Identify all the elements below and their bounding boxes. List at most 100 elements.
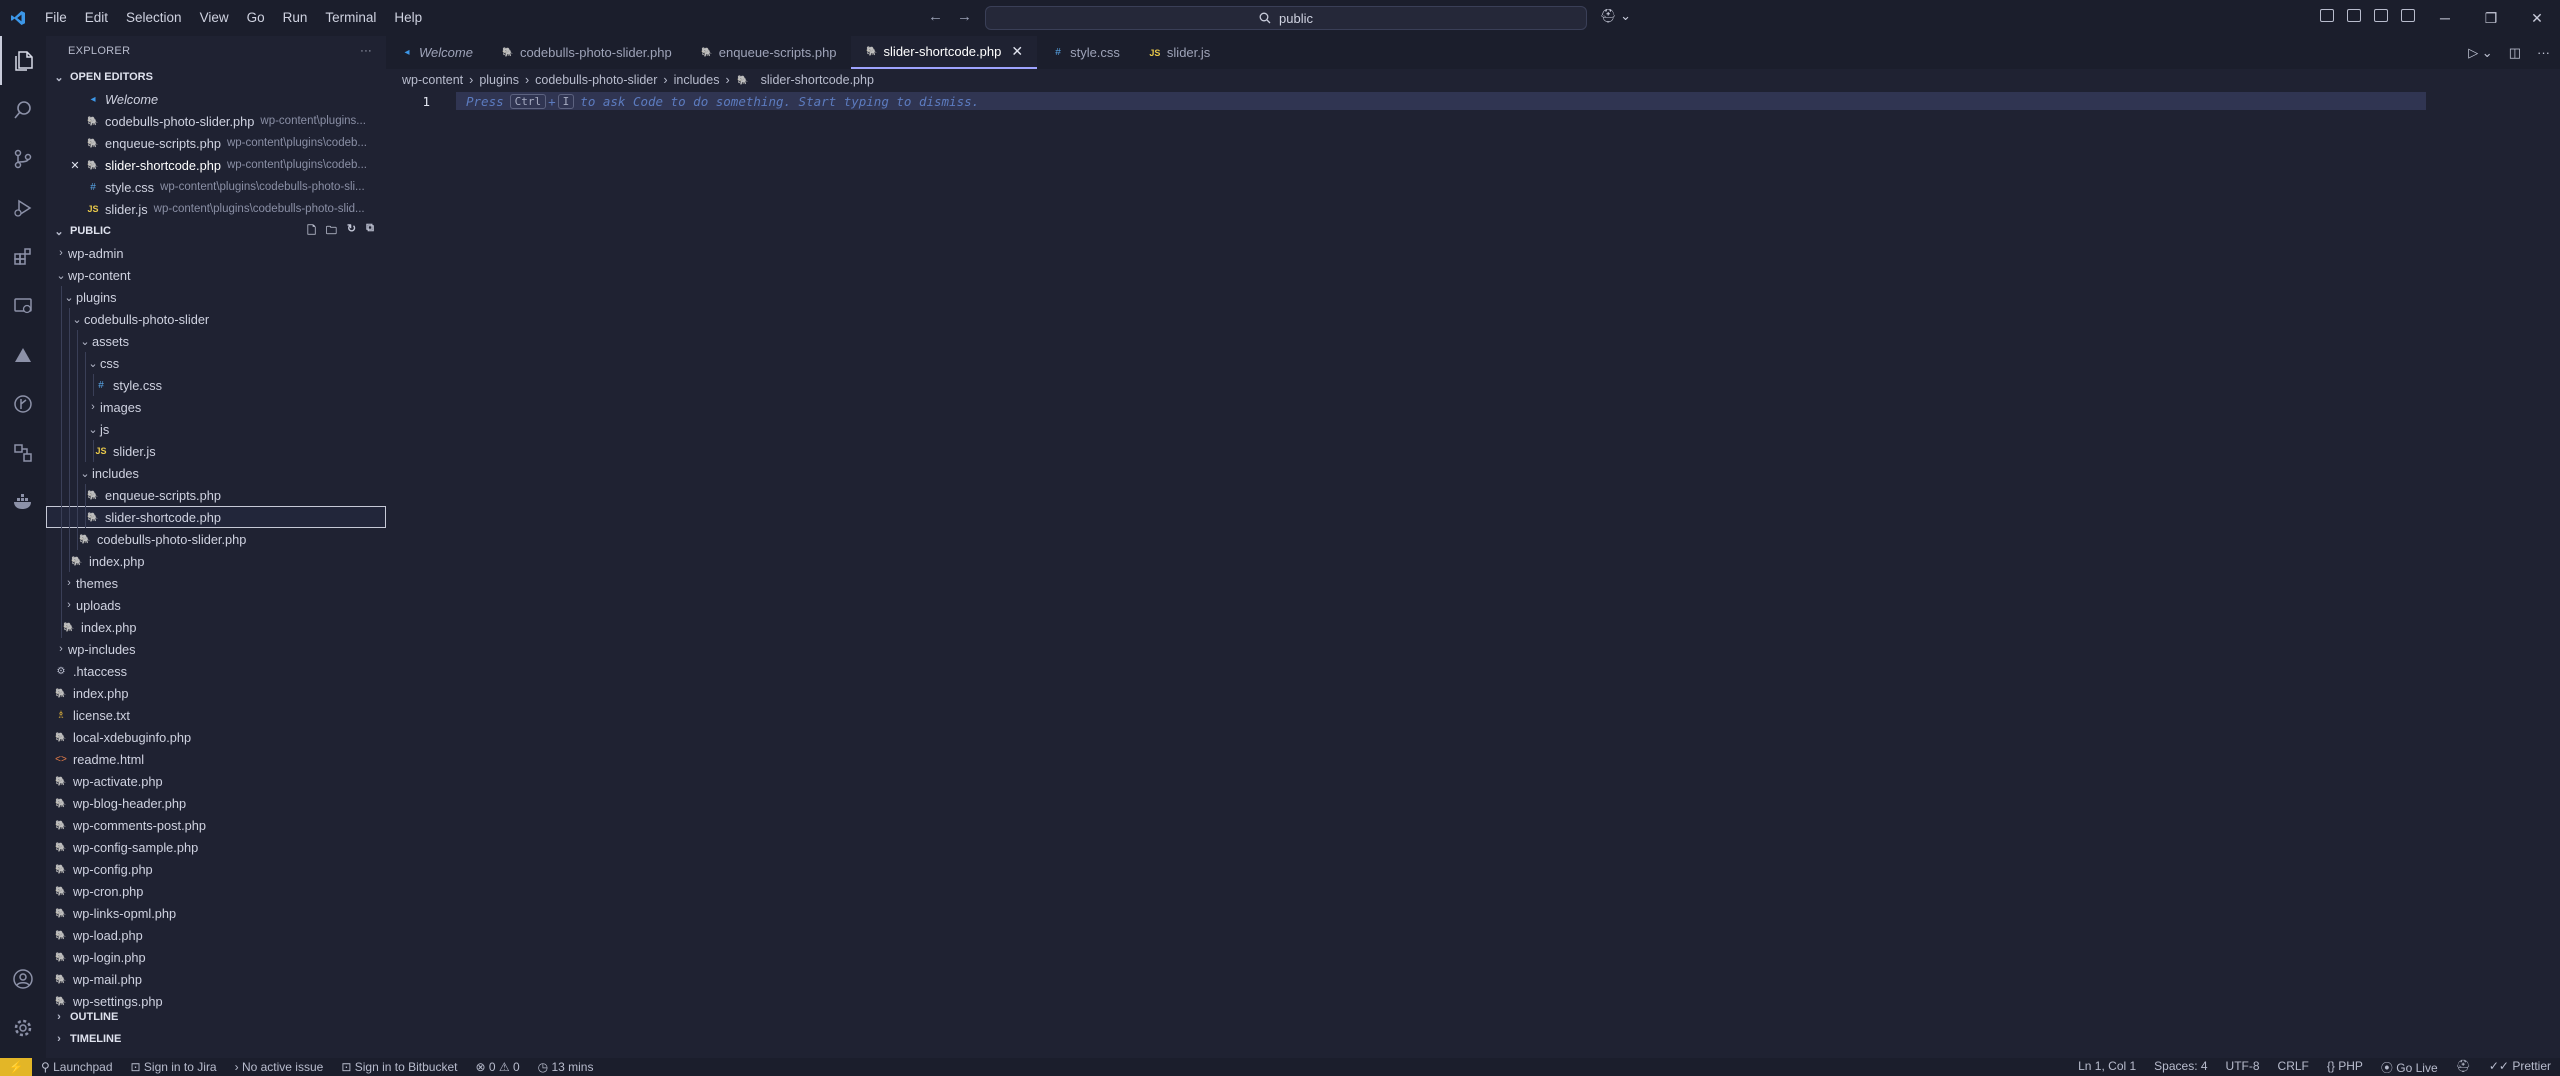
open-editors-section[interactable]: ⌄ OPEN EDITORS <box>46 66 386 88</box>
file-item[interactable]: JS slider.js <box>46 440 386 462</box>
copilot-status-icon[interactable]: ⛑ <box>2447 1059 2480 1076</box>
folder-item[interactable]: ⌄ includes <box>46 462 386 484</box>
file-item[interactable]: 🐘 index.php <box>46 616 386 638</box>
more-actions-icon[interactable]: ··· <box>2537 45 2550 61</box>
file-item[interactable]: 🐘 slider-shortcode.php <box>46 506 386 528</box>
folder-item[interactable]: › wp-admin <box>46 242 386 264</box>
docker-icon[interactable] <box>0 477 46 526</box>
file-item[interactable]: 🐘 index.php <box>46 682 386 704</box>
minimize-icon[interactable]: ─ <box>2422 0 2468 36</box>
menu-item-view[interactable]: View <box>191 0 238 36</box>
status-right-item[interactable]: Spaces: 4 <box>2145 1059 2216 1076</box>
copilot-icon[interactable]: ⛑ ⌄ <box>1600 8 1631 24</box>
remote-explorer-icon[interactable] <box>0 281 46 330</box>
outline-section[interactable]: › OUTLINE <box>46 1006 386 1028</box>
toggle-sidebar-icon[interactable] <box>2347 9 2361 22</box>
open-editor-item[interactable]: ◂ Welcome <box>46 88 386 110</box>
folder-item[interactable]: ⌄ js <box>46 418 386 440</box>
status-jira[interactable]: ⊡ Sign in to Jira <box>122 1060 226 1074</box>
new-folder-icon[interactable]: 🗀 <box>326 222 337 241</box>
status-issue[interactable]: › No active issue <box>226 1060 333 1074</box>
tab-slider-shortcode[interactable]: 🐘 slider-shortcode.php ✕ <box>850 36 1038 69</box>
remote-connections-icon[interactable] <box>0 428 46 477</box>
status-right-item[interactable]: Ln 1, Col 1 <box>2069 1059 2145 1076</box>
file-item[interactable]: 🐘 wp-blog-header.php <box>46 792 386 814</box>
file-item[interactable]: 🐘 enqueue-scripts.php <box>46 484 386 506</box>
file-item[interactable]: ♗ license.txt <box>46 704 386 726</box>
toggle-secondary-sidebar-icon[interactable] <box>2401 9 2415 22</box>
new-file-icon[interactable]: 🗋 <box>307 222 316 241</box>
breadcrumb-item[interactable]: codebulls-photo-slider <box>535 73 657 87</box>
run-icon[interactable]: ▷ ⌄ <box>2468 45 2493 61</box>
tab-style[interactable]: # style.css <box>1037 36 1134 69</box>
status-problems[interactable]: ⊗ 0 ⚠ 0 <box>466 1060 528 1074</box>
open-editor-item[interactable]: 🐘 enqueue-scripts.php wp-content\plugins\c… <box>46 132 386 154</box>
folder-item[interactable]: ⌄ assets <box>46 330 386 352</box>
menu-item-terminal[interactable]: Terminal <box>316 0 385 36</box>
menu-item-help[interactable]: Help <box>385 0 431 36</box>
command-center-search[interactable]: public <box>985 6 1587 30</box>
file-item[interactable]: # style.css <box>46 374 386 396</box>
file-item[interactable]: ⚙ .htaccess <box>46 660 386 682</box>
breadcrumb-item[interactable]: includes <box>674 73 720 87</box>
file-item[interactable]: 🐘 wp-config.php <box>46 858 386 880</box>
menu-item-file[interactable]: File <box>36 0 76 36</box>
file-item[interactable]: 🐘 wp-cron.php <box>46 880 386 902</box>
file-item[interactable]: 🐘 codebulls-photo-slider.php <box>46 528 386 550</box>
file-item[interactable]: 🐘 index.php <box>46 550 386 572</box>
source-control-icon[interactable] <box>0 134 46 183</box>
deploy-triangle-icon[interactable] <box>0 330 46 379</box>
file-item[interactable]: 🐘 wp-load.php <box>46 924 386 946</box>
file-item[interactable]: 🐘 wp-comments-post.php <box>46 814 386 836</box>
tab-codebulls-photo-slider[interactable]: 🐘 codebulls-photo-slider.php <box>487 36 686 69</box>
folder-item[interactable]: › uploads <box>46 594 386 616</box>
file-item[interactable]: 🐘 wp-mail.php <box>46 968 386 990</box>
more-actions-icon[interactable]: ··· <box>360 45 372 57</box>
toggle-panel-icon[interactable] <box>2374 9 2388 22</box>
extensions-icon[interactable] <box>0 232 46 281</box>
status-right-item[interactable]: ⦿ Go Live <box>2372 1059 2447 1076</box>
status-right-item[interactable]: ✓✓ Prettier <box>2480 1059 2560 1076</box>
menu-item-edit[interactable]: Edit <box>76 0 117 36</box>
breadcrumb-item[interactable]: plugins <box>479 73 519 87</box>
close-tab-icon[interactable]: ✕ <box>1011 43 1023 60</box>
collapse-all-icon[interactable]: ⧉ <box>366 222 374 241</box>
file-item[interactable]: <> readme.html <box>46 748 386 770</box>
restore-icon[interactable]: ❐ <box>2468 0 2514 36</box>
file-item[interactable]: 🐘 local-xdebuginfo.php <box>46 726 386 748</box>
status-clock[interactable]: ◷ 13 mins <box>529 1060 603 1074</box>
menu-item-selection[interactable]: Selection <box>117 0 191 36</box>
status-right-item[interactable]: CRLF <box>2269 1059 2318 1076</box>
close-window-icon[interactable]: ✕ <box>2514 0 2560 36</box>
folder-item[interactable]: ⌄ css <box>46 352 386 374</box>
explorer-icon[interactable] <box>0 36 46 85</box>
folder-item[interactable]: ⌄ codebulls-photo-slider <box>46 308 386 330</box>
gitlens-icon[interactable] <box>0 379 46 428</box>
close-editor-icon[interactable]: ✕ <box>68 159 82 172</box>
file-item[interactable]: 🐘 wp-login.php <box>46 946 386 968</box>
customize-layout-icon[interactable] <box>2320 9 2334 22</box>
refresh-icon[interactable]: ↻ <box>347 222 356 241</box>
tab-Welcome[interactable]: ◂ Welcome <box>386 36 487 69</box>
status-launchpad[interactable]: ⚲ Launchpad <box>32 1060 122 1074</box>
open-editor-item[interactable]: ✕ 🐘 slider-shortcode.php wp-content\plugins… <box>46 154 386 176</box>
breadcrumb-item[interactable]: slider-shortcode.php <box>761 73 874 87</box>
file-item[interactable]: 🐘 wp-config-sample.php <box>46 836 386 858</box>
breadcrumb-item[interactable]: wp-content <box>402 73 463 87</box>
folder-item[interactable]: › images <box>46 396 386 418</box>
split-editor-icon[interactable]: ◫ <box>2509 45 2521 61</box>
status-bitbucket[interactable]: ⊡ Sign in to Bitbucket <box>332 1060 466 1074</box>
folder-item[interactable]: ⌄ wp-content <box>46 264 386 286</box>
public-section[interactable]: ⌄ PUBLIC 🗋 🗀 ↻ ⧉ <box>46 220 386 242</box>
settings-gear-icon[interactable] <box>0 1003 46 1052</box>
menu-item-go[interactable]: Go <box>238 0 274 36</box>
back-arrow-icon[interactable]: ← <box>928 8 943 25</box>
status-right-item[interactable]: UTF-8 <box>2217 1059 2269 1076</box>
file-item[interactable]: 🐘 wp-activate.php <box>46 770 386 792</box>
search-icon[interactable] <box>0 85 46 134</box>
open-editor-item[interactable]: # style.css wp-content\plugins\codebulls-p… <box>46 176 386 198</box>
open-editor-item[interactable]: JS slider.js wp-content\plugins\codebulls-… <box>46 198 386 220</box>
editor-line[interactable]: 1 Press Ctrl + I to ask Code to do somet… <box>386 91 2560 111</box>
menu-item-run[interactable]: Run <box>274 0 317 36</box>
timeline-section[interactable]: › TIMELINE <box>46 1028 386 1050</box>
